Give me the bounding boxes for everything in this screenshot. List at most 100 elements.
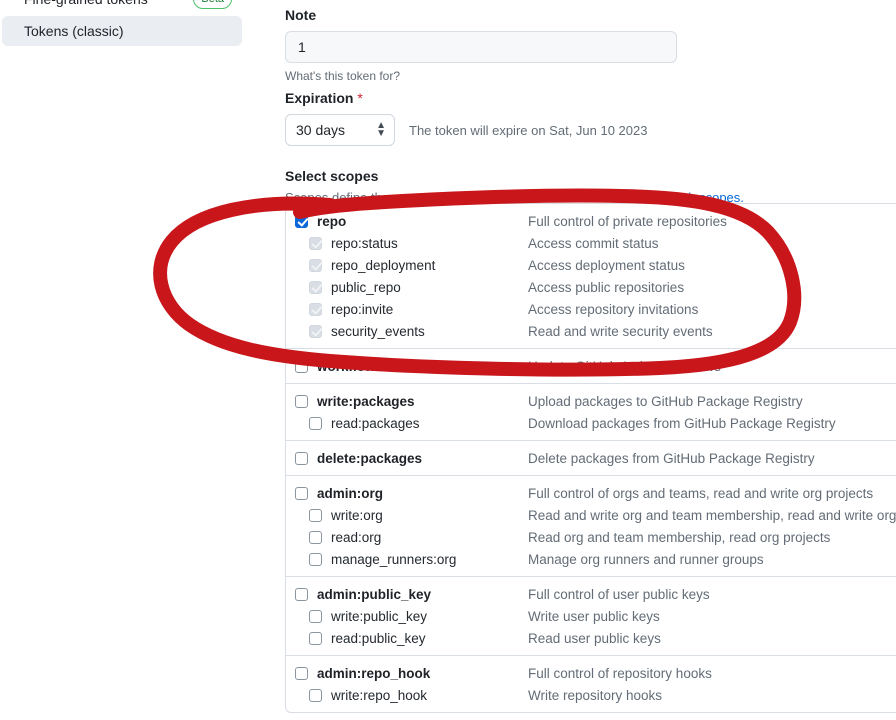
scope-checkbox-write:repo_hook[interactable] xyxy=(309,688,322,702)
scope-checkbox-repo_deployment[interactable] xyxy=(309,258,322,272)
note-help-text: What's this token for? xyxy=(285,69,401,83)
scope-checkbox-read:org[interactable] xyxy=(309,530,322,544)
scope-row[interactable]: read:public_key Read user public keys xyxy=(286,627,896,649)
sidebar-item-label: Tokens (classic) xyxy=(24,23,124,39)
scope-row[interactable]: admin:public_key Full control of user pub… xyxy=(286,583,896,605)
scope-name: admin:public_key xyxy=(317,586,432,602)
scope-group: admin:org Full control of orgs and teams,… xyxy=(286,476,896,577)
scope-row[interactable]: workflow Update GitHub Action workflows xyxy=(286,355,896,377)
scope-checkbox-repo[interactable] xyxy=(295,214,308,228)
scope-checkbox-delete:packages[interactable] xyxy=(295,451,308,465)
scope-checkbox-read:packages[interactable] xyxy=(309,416,322,430)
scope-description: Access deployment status xyxy=(528,257,685,273)
scope-checkbox-repo:status[interactable] xyxy=(309,236,322,250)
scope-description: Full control of private repositories xyxy=(528,213,727,229)
scope-row[interactable]: public_repo Access public repositories xyxy=(286,276,896,298)
scope-name: write:org xyxy=(331,507,383,523)
scope-row[interactable]: repo:invite Access repository invitations xyxy=(286,298,896,320)
scope-row[interactable]: write:repo_hook Write repository hooks xyxy=(286,684,896,706)
scope-name: manage_runners:org xyxy=(331,551,457,567)
scope-description: Download packages from GitHub Package Re… xyxy=(528,415,836,431)
scope-name: repo xyxy=(317,213,347,229)
scope-row[interactable]: manage_runners:org Manage org runners and… xyxy=(286,548,896,570)
expiration-select[interactable]: 30 days xyxy=(285,114,395,146)
scope-name: write:packages xyxy=(317,393,415,409)
scope-checkbox-write:org[interactable] xyxy=(309,508,322,522)
scope-description: Read and write security events xyxy=(528,323,713,339)
scope-row[interactable]: admin:org Full control of orgs and teams,… xyxy=(286,482,896,504)
scope-row[interactable]: write:org Read and write org and team mem… xyxy=(286,504,896,526)
expiration-label-text: Expiration xyxy=(285,90,354,106)
scope-row[interactable]: read:org Read org and team membership, re… xyxy=(286,526,896,548)
expiration-note: The token will expire on Sat, Jun 10 202… xyxy=(409,122,648,138)
scope-checkbox-read:public_key[interactable] xyxy=(309,631,322,645)
scope-checkbox-write:public_key[interactable] xyxy=(309,609,322,623)
required-asterisk: * xyxy=(357,90,363,106)
scope-description: Full control of orgs and teams, read and… xyxy=(528,485,874,501)
scope-checkbox-public_repo[interactable] xyxy=(309,280,322,294)
scope-name: admin:repo_hook xyxy=(317,665,431,681)
scope-name: read:public_key xyxy=(331,630,426,646)
scope-row[interactable]: repo_deployment Access deployment status xyxy=(286,254,896,276)
scope-name: read:packages xyxy=(331,415,420,431)
scope-name: repo:status xyxy=(331,235,398,251)
scope-description: Write user public keys xyxy=(528,608,660,624)
expiration-select-wrap: 30 days ▲ ▼ xyxy=(285,114,395,146)
sidebar-item-fine-grained-tokens[interactable]: Fine-grained tokens Beta xyxy=(2,0,242,14)
sidebar: Fine-grained tokens Beta Tokens (classic) xyxy=(0,0,250,48)
scope-checkbox-security_events[interactable] xyxy=(309,324,322,338)
scope-description: Full control of user public keys xyxy=(528,586,710,602)
scope-checkbox-workflow[interactable] xyxy=(295,359,308,373)
scopes-list: repo Full control of private repositories… xyxy=(285,203,896,713)
scope-name: admin:org xyxy=(317,485,383,501)
scope-description: Upload packages to GitHub Package Regist… xyxy=(528,393,803,409)
select-scopes-heading: Select scopes xyxy=(285,168,379,184)
scope-description: Update GitHub Action workflows xyxy=(528,358,721,374)
page-viewport: Fine-grained tokensBetaTokens (classic) … xyxy=(0,0,896,720)
token-form: Note What's this token for? Expiration *… xyxy=(285,0,896,214)
scope-checkbox-admin:repo_hook[interactable] xyxy=(295,666,308,680)
scope-row[interactable]: repo:status Access commit status xyxy=(286,232,896,254)
scope-name: security_events xyxy=(331,323,425,339)
scope-checkbox-manage_runners:org[interactable] xyxy=(309,552,322,566)
scope-name: repo:invite xyxy=(331,301,394,317)
scope-description: Read org and team membership, read org p… xyxy=(528,529,831,545)
scope-description: Access public repositories xyxy=(528,279,685,295)
scope-group: repo Full control of private repositories… xyxy=(286,204,896,349)
scope-description: Access repository invitations xyxy=(528,301,699,317)
scope-group: write:packages Upload packages to GitHub … xyxy=(286,384,896,441)
scope-description: Manage org runners and runner groups xyxy=(528,551,764,567)
scope-row[interactable]: read:packages Download packages from GitH… xyxy=(286,412,896,434)
scope-checkbox-write:packages[interactable] xyxy=(295,394,308,408)
scope-description: Delete packages from GitHub Package Regi… xyxy=(528,450,815,466)
scope-row[interactable]: write:public_key Write user public keys xyxy=(286,605,896,627)
scope-checkbox-admin:org[interactable] xyxy=(295,486,308,500)
beta-badge: Beta xyxy=(193,0,232,9)
scope-description: Read user public keys xyxy=(528,630,661,646)
expiration-label: Expiration * xyxy=(285,90,896,106)
scope-description: Full control of repository hooks xyxy=(528,665,712,681)
note-input[interactable] xyxy=(285,31,677,63)
scope-name: workflow xyxy=(317,358,376,374)
scope-checkbox-admin:public_key[interactable] xyxy=(295,587,308,601)
scope-row[interactable]: repo Full control of private repositories xyxy=(286,210,896,232)
sidebar-item-tokens-classic[interactable]: Tokens (classic) xyxy=(2,16,242,46)
scope-group: admin:public_key Full control of user pub… xyxy=(286,577,896,656)
expiration-row: 30 days ▲ ▼ The token will expire on Sat,… xyxy=(285,114,896,146)
scope-description: Read and write org and team membership, … xyxy=(528,507,896,523)
scope-row[interactable]: write:packages Upload packages to GitHub … xyxy=(286,390,896,412)
note-label: Note xyxy=(285,7,317,23)
scope-checkbox-repo:invite[interactable] xyxy=(309,302,322,316)
scope-row[interactable]: admin:repo_hook Full control of repositor… xyxy=(286,662,896,684)
scope-group: workflow Update GitHub Action workflows xyxy=(286,349,896,384)
scope-group: admin:repo_hook Full control of repositor… xyxy=(286,656,896,712)
scope-row[interactable]: delete:packages Delete packages from GitH… xyxy=(286,447,896,469)
scope-name: write:public_key xyxy=(331,608,428,624)
scope-name: delete:packages xyxy=(317,450,423,466)
sidebar-item-label: Fine-grained tokens xyxy=(24,0,148,7)
scope-name: repo_deployment xyxy=(331,257,436,273)
scope-description: Access commit status xyxy=(528,235,659,251)
scope-name: public_repo xyxy=(331,279,401,295)
scope-row[interactable]: security_events Read and write security e… xyxy=(286,320,896,342)
scope-name: write:repo_hook xyxy=(331,687,428,703)
